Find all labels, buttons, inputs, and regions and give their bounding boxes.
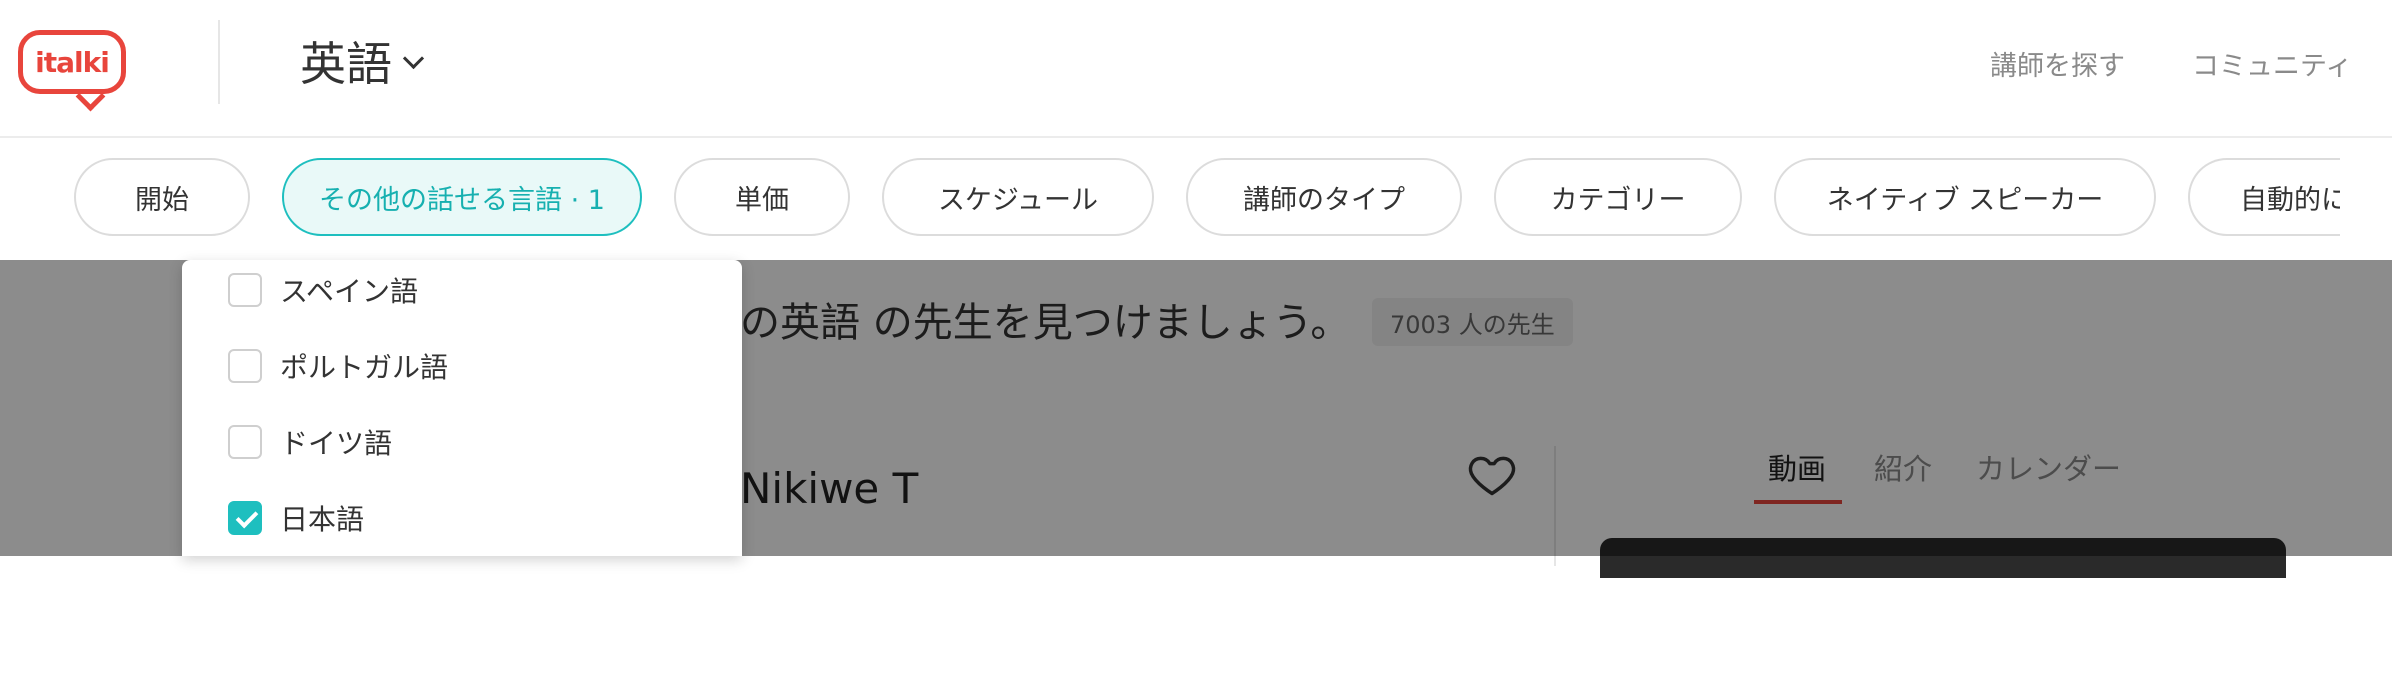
language-filter-dropdown: スペイン語 ポルトガル語 ドイツ語 日本語 bbox=[182, 260, 742, 556]
filter-native-speaker[interactable]: ネイティブ スピーカー bbox=[1774, 158, 2156, 236]
filter-start[interactable]: 開始 bbox=[74, 158, 250, 236]
option-portuguese[interactable]: ポルトガル語 bbox=[228, 346, 448, 386]
option-label: ドイツ語 bbox=[280, 427, 393, 460]
option-label: ポルトガル語 bbox=[280, 351, 449, 384]
checkbox-german[interactable] bbox=[228, 425, 262, 459]
nav-find-teacher[interactable]: 講師を探す bbox=[1990, 44, 2125, 83]
top-header: italki 英語 講師を探す コミュニティ bbox=[0, 0, 2392, 138]
checkbox-spanish[interactable] bbox=[228, 273, 262, 307]
option-spanish[interactable]: スペイン語 bbox=[228, 270, 418, 310]
filter-auto[interactable]: 自動的に bbox=[2188, 158, 2340, 236]
checkbox-japanese-checked[interactable] bbox=[228, 501, 262, 535]
italki-logo[interactable]: italki bbox=[18, 30, 130, 112]
filter-other-languages[interactable]: その他の話せる言語 · 1 bbox=[282, 158, 642, 236]
checkbox-portuguese[interactable] bbox=[228, 349, 262, 383]
option-japanese[interactable]: 日本語 bbox=[228, 498, 364, 538]
language-selector[interactable]: 英語 bbox=[300, 28, 425, 94]
filter-bar: 開始 その他の話せる言語 · 1 単価 スケジュール 講師のタイプ カテゴリー … bbox=[0, 138, 2392, 260]
option-label: 日本語 bbox=[280, 503, 365, 536]
language-label: 英語 bbox=[300, 37, 392, 91]
filter-category[interactable]: カテゴリー bbox=[1494, 158, 1742, 236]
filter-teacher-type[interactable]: 講師のタイプ bbox=[1186, 158, 1462, 236]
nav-community[interactable]: コミュニティ bbox=[2192, 44, 2352, 83]
header-divider bbox=[218, 20, 220, 104]
logo-text: italki bbox=[18, 30, 126, 94]
filter-schedule[interactable]: スケジュール bbox=[882, 158, 1154, 236]
chevron-down-icon bbox=[402, 47, 425, 69]
option-label: スペイン語 bbox=[280, 275, 419, 308]
option-german[interactable]: ドイツ語 bbox=[228, 422, 392, 462]
filter-price[interactable]: 単価 bbox=[674, 158, 850, 236]
